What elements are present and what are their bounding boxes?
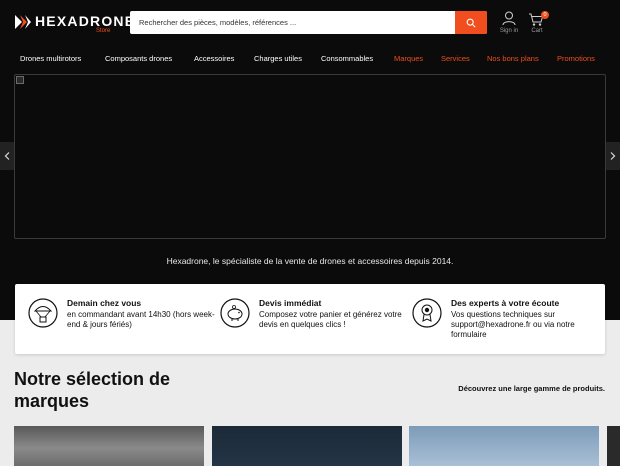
hero-slider[interactable] [14,74,606,239]
nav-services[interactable]: Services [441,54,470,63]
user-icon [502,11,516,26]
nav-promotions[interactable]: Promotions [557,54,595,63]
search-button[interactable] [455,11,487,34]
feature-title: Demain chez vous [67,298,142,308]
feature-title: Devis immédiat [259,298,322,308]
cart-count-badge: 0 [541,11,549,19]
nav-nos-bons-plans[interactable]: Nos bons plans [487,54,539,63]
nav-accessoires[interactable]: Accessoires [194,54,234,63]
nav-drones-multirotors[interactable]: Drones multirotors [20,54,81,63]
features-bar: Demain chez vous en commandant avant 14h… [15,284,605,354]
expert-badge-icon [412,298,442,328]
slider-next-button[interactable] [606,142,620,170]
nav-consommables[interactable]: Consommables [321,54,373,63]
hero-tagline: Hexadrone, le spécialiste de la vente de… [166,256,454,266]
site-logo[interactable]: HEXADRONE Store [14,12,134,36]
piggy-bank-icon [220,298,250,328]
broken-image-icon [16,76,24,84]
brand-tile[interactable] [607,426,620,466]
feature-title: Des experts à votre écoute [451,298,560,308]
hexadrone-logo-icon [15,15,31,29]
search-icon [466,18,476,28]
brand-tile[interactable] [409,426,599,466]
brands-section-title: Notre sélection de marques [14,369,171,411]
feature-text: en commandant avant 14h30 (hors week-end… [67,310,215,329]
cart-link[interactable]: 0 Cart [524,11,550,37]
logo-text: HEXADRONE [35,13,136,29]
brand-tile[interactable] [212,426,402,466]
feature-text: Vos questions techniques sur support@hex… [451,310,575,339]
feature-text: Composez votre panier et générez votre d… [259,310,402,329]
chevron-right-icon [610,152,616,160]
logo-subtitle: Store [96,28,111,34]
search-input[interactable] [130,11,455,34]
nav-marques[interactable]: Marques [394,54,423,63]
slider-prev-button[interactable] [0,142,14,170]
parachute-box-icon [28,298,58,328]
brands-section-subtitle: Découvrez une large gamme de produits. [458,384,605,393]
brand-tile[interactable] [14,426,204,466]
chevron-left-icon [4,152,10,160]
nav-charges-utiles[interactable]: Charges utiles [254,54,302,63]
main-navigation: Drones multirotors Composants drones Acc… [0,54,620,68]
nav-composants-drones[interactable]: Composants drones [105,54,172,63]
cart-label: Cart [531,28,543,34]
search-bar [130,11,487,34]
